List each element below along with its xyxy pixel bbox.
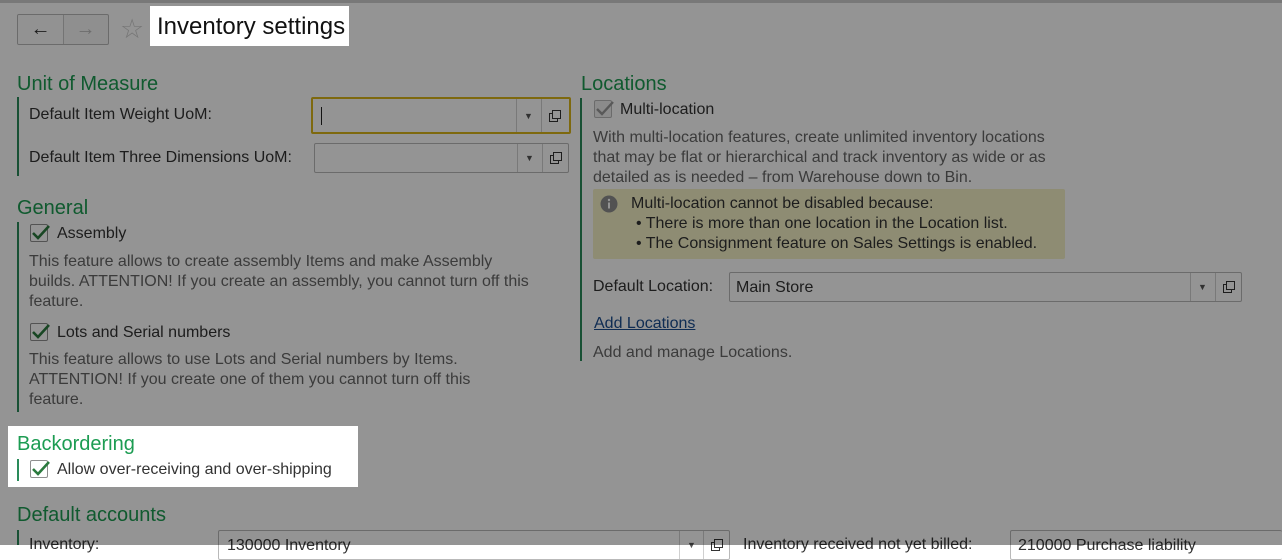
checkmark-icon [32, 324, 50, 339]
backordering-group-bar [17, 459, 19, 481]
received-not-billed-label: Inventory received not yet billed: [743, 536, 973, 553]
star-icon[interactable]: ☆ [120, 12, 144, 46]
inventory-account-open-button[interactable] [703, 531, 729, 559]
info-icon [600, 195, 618, 213]
dim-overlay [358, 426, 1282, 487]
inventory-settings-window: ← → ☆ Unit of Measure Default Item Weigh… [0, 0, 1282, 560]
open-window-icon [710, 539, 723, 551]
warning-title: Multi-location cannot be disabled becaus… [631, 195, 934, 212]
default-location-label: Default Location: [593, 278, 714, 295]
weight-uom-label: Default Item Weight UoM: [29, 106, 212, 123]
chevron-down-icon: ▼ [687, 540, 696, 550]
dim-overlay [349, 6, 1282, 46]
default-location-dropdown-button[interactable]: ▼ [1190, 273, 1214, 301]
received-not-billed-field[interactable]: 210000 Purchase liability [1010, 530, 1282, 560]
general-heading: General [17, 197, 89, 219]
lots-serial-label: Lots and Serial numbers [57, 324, 231, 341]
warning-reason: • There is more than one location in the… [636, 215, 1008, 232]
assembly-checkbox[interactable] [30, 224, 50, 242]
inventory-account-dropdown-button[interactable]: ▼ [679, 531, 703, 559]
page-title: Inventory settings [157, 13, 346, 40]
weight-uom-field[interactable]: ▼ [311, 97, 571, 134]
uom-group-bar [17, 97, 19, 176]
open-window-icon [1222, 281, 1235, 293]
multi-location-label: Multi-location [620, 101, 715, 118]
inventory-account-value: 130000 Inventory [227, 537, 351, 554]
inventory-account-field[interactable]: 130000 Inventory ▼ [218, 530, 730, 560]
open-window-icon [549, 152, 562, 164]
add-locations-hint: Add and manage Locations. [593, 344, 793, 361]
default-accounts-heading: Default accounts [17, 504, 166, 526]
over-receiving-checkbox[interactable] [30, 460, 50, 478]
weight-uom-dropdown-button[interactable]: ▼ [516, 99, 540, 132]
checkmark-icon [32, 461, 50, 476]
general-group-bar [17, 222, 19, 412]
default-location-value: Main Store [736, 279, 814, 296]
forward-button[interactable]: → [63, 15, 108, 44]
checkmark-icon [596, 101, 614, 116]
dimensions-uom-field[interactable]: ▼ [314, 143, 569, 173]
inventory-account-label: Inventory: [29, 536, 100, 553]
dim-overlay [0, 426, 8, 487]
received-not-billed-value: 210000 Purchase liability [1018, 537, 1196, 554]
add-locations-link[interactable]: Add Locations [594, 315, 695, 333]
assembly-description: This feature allows to create assembly I… [29, 253, 529, 310]
dimensions-uom-dropdown-button[interactable]: ▼ [517, 144, 541, 172]
text-cursor [321, 107, 322, 125]
lots-serial-description: This feature allows to use Lots and Seri… [29, 351, 471, 408]
top-divider [0, 0, 1282, 3]
lots-serial-checkbox[interactable] [30, 323, 50, 341]
chevron-down-icon: ▼ [524, 110, 533, 121]
assembly-label: Assembly [57, 225, 127, 242]
weight-uom-open-button[interactable] [541, 99, 567, 132]
uom-heading: Unit of Measure [17, 73, 159, 95]
over-receiving-label: Allow over-receiving and over-shipping [57, 461, 332, 478]
locations-group-bar [580, 98, 582, 361]
navigation-buttons: ← → [17, 14, 109, 45]
dimensions-uom-label: Default Item Three Dimensions UoM: [29, 149, 292, 166]
chevron-down-icon: ▼ [1198, 282, 1207, 292]
back-button[interactable]: ← [18, 15, 64, 44]
default-location-field[interactable]: Main Store ▼ [729, 272, 1242, 302]
open-window-icon [548, 109, 561, 122]
dimensions-uom-open-button[interactable] [542, 144, 568, 172]
arrow-right-icon: → [75, 18, 96, 40]
multi-location-checkbox[interactable] [594, 100, 614, 118]
arrow-left-icon: ← [30, 18, 51, 40]
default-location-open-button[interactable] [1215, 273, 1241, 301]
default-accounts-group-bar [17, 530, 19, 545]
chevron-down-icon: ▼ [525, 153, 534, 163]
multi-location-warning: Multi-location cannot be disabled becaus… [593, 189, 1065, 259]
backordering-heading: Backordering [17, 433, 135, 455]
warning-reason: • The Consignment feature on Sales Setti… [636, 235, 1038, 252]
multi-location-description: With multi-location features, create unl… [593, 129, 1046, 186]
locations-heading: Locations [581, 73, 667, 95]
checkmark-icon [32, 225, 50, 240]
